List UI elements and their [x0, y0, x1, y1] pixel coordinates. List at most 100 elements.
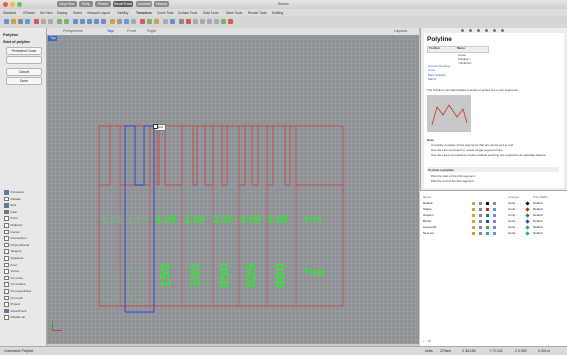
select-icon[interactable] — [110, 19, 115, 24]
layer-linetype[interactable]: Conti... — [508, 207, 518, 211]
polyline-icon[interactable] — [186, 19, 191, 24]
osnap-checkbox[interactable] — [4, 308, 9, 314]
print-color-icon[interactable] — [525, 200, 530, 206]
visibility-icon[interactable] — [472, 207, 475, 211]
layer-print-width[interactable]: Default — [533, 225, 543, 229]
persistent-close-button[interactable]: Persistent Close — [6, 47, 42, 55]
layer-color-swatch[interactable] — [486, 207, 489, 211]
lock-icon[interactable] — [479, 213, 482, 217]
zoom-window-icon[interactable] — [94, 19, 99, 24]
osnap-item[interactable]: Perpendicular — [4, 242, 30, 248]
osnap-item[interactable]: Knot — [4, 262, 17, 268]
render-icon[interactable] — [147, 19, 152, 24]
osnap-item[interactable]: Vertex — [4, 269, 19, 274]
materials-icon[interactable] — [485, 29, 488, 32]
osnap-checkbox[interactable] — [4, 289, 9, 294]
osnap-item[interactable]: On curve — [4, 275, 23, 281]
osnap-item[interactable]: Center — [4, 229, 20, 235]
osnap-checkbox[interactable] — [4, 223, 9, 228]
osnap-item[interactable]: On mesh — [4, 295, 23, 301]
undo-icon[interactable] — [57, 19, 62, 24]
osnap-checkbox[interactable] — [4, 190, 9, 195]
lock-icon[interactable] — [479, 201, 482, 205]
material-icon[interactable] — [493, 207, 496, 211]
copy-icon[interactable] — [41, 19, 46, 24]
persistent-close-button-alt[interactable] — [6, 56, 42, 64]
osnap-checkbox[interactable] — [4, 315, 9, 320]
layer-print-width[interactable]: Default — [533, 213, 543, 217]
surface-icon[interactable] — [221, 19, 226, 24]
properties-icon[interactable] — [140, 19, 145, 24]
new-file-icon[interactable] — [4, 19, 9, 24]
pan-icon[interactable] — [73, 19, 78, 24]
arc-icon[interactable] — [207, 19, 212, 24]
layer-print-width[interactable]: Default — [533, 231, 543, 235]
print-color-icon[interactable] — [525, 212, 530, 218]
osnap-item[interactable]: Midpoint — [4, 223, 22, 228]
osnap-checkbox[interactable] — [4, 275, 9, 281]
properties-icon[interactable] — [461, 29, 464, 32]
save-icon[interactable] — [18, 19, 23, 24]
osnap-checkbox[interactable] — [4, 242, 9, 248]
paste-icon[interactable] — [48, 19, 53, 24]
help-icon[interactable] — [501, 29, 504, 32]
osnap-item[interactable]: Tangent — [4, 249, 22, 254]
layer-print-width[interactable]: Default — [533, 219, 543, 223]
libraries-icon[interactable] — [493, 29, 496, 32]
osnap-checkbox[interactable] — [4, 282, 9, 287]
open-file-icon[interactable] — [11, 19, 16, 24]
cplane-icon[interactable] — [124, 19, 129, 24]
osnap-item[interactable]: Near — [4, 209, 17, 215]
lock-icon[interactable] — [479, 231, 482, 235]
lock-icon[interactable] — [479, 207, 482, 211]
layer-icon[interactable] — [131, 19, 136, 24]
lock-icon[interactable] — [479, 219, 482, 223]
osnap-checkbox[interactable] — [4, 209, 9, 215]
layouts-menu[interactable]: Layouts — [394, 28, 407, 35]
zoom-extents-icon[interactable] — [101, 19, 106, 24]
layer-linetype[interactable]: Conti... — [508, 231, 518, 235]
tab-front[interactable]: Front — [127, 28, 136, 35]
redo-icon[interactable] — [64, 19, 69, 24]
layer-color-swatch[interactable] — [486, 219, 489, 223]
cut-icon[interactable] — [34, 19, 39, 24]
material-icon[interactable] — [493, 201, 496, 205]
osnap-item[interactable]: Point — [4, 216, 18, 221]
layer-linetype[interactable]: Conti... — [508, 213, 518, 217]
material-icon[interactable] — [493, 225, 496, 229]
osnap-item[interactable]: Intersection — [4, 236, 27, 241]
osnap-item[interactable]: End — [4, 203, 16, 208]
print-color-icon[interactable] — [525, 224, 530, 230]
osnap-item[interactable]: Disable all — [4, 315, 25, 320]
done-button[interactable]: Done — [6, 77, 42, 85]
help-toolbar-link[interactable]: Main Sidebar Main1 — [428, 73, 454, 81]
material-icon[interactable] — [154, 19, 159, 24]
visibility-icon[interactable] — [472, 219, 475, 223]
curve-icon[interactable] — [193, 19, 198, 24]
layers-icon[interactable] — [469, 29, 472, 32]
print-color-icon[interactable] — [525, 206, 530, 212]
osnap-checkbox[interactable] — [4, 216, 9, 221]
osnap-item[interactable]: Disable — [4, 196, 21, 202]
layer-color-swatch[interactable] — [486, 201, 489, 205]
osnap-checkbox[interactable] — [4, 249, 9, 254]
layer-color-swatch[interactable] — [486, 213, 489, 217]
help-toolbar-link[interactable]: Curves Creating Lines — [428, 64, 454, 72]
print-color-icon[interactable] — [525, 230, 530, 236]
osnap-item[interactable]: Quadrant — [4, 256, 23, 261]
visibility-icon[interactable] — [472, 225, 475, 229]
osnap-item[interactable]: On polysurface — [4, 289, 31, 294]
osnap-checkbox[interactable] — [4, 203, 9, 208]
point-icon[interactable] — [179, 19, 184, 24]
cancel-button[interactable]: Cancel — [6, 68, 42, 76]
print-icon[interactable] — [25, 19, 30, 24]
visibility-icon[interactable] — [472, 201, 475, 205]
zoom-icon[interactable] — [87, 19, 92, 24]
osnap-item[interactable]: Persistent — [4, 190, 24, 195]
osnap-checkbox[interactable] — [4, 236, 9, 241]
layer-print-width[interactable]: Default — [533, 207, 543, 211]
osnap-item[interactable]: SmartTrack — [4, 308, 26, 314]
osnap-checkbox[interactable] — [4, 229, 9, 235]
tab-top[interactable]: Top — [107, 28, 114, 35]
layer-print-width[interactable]: Default — [533, 201, 543, 205]
